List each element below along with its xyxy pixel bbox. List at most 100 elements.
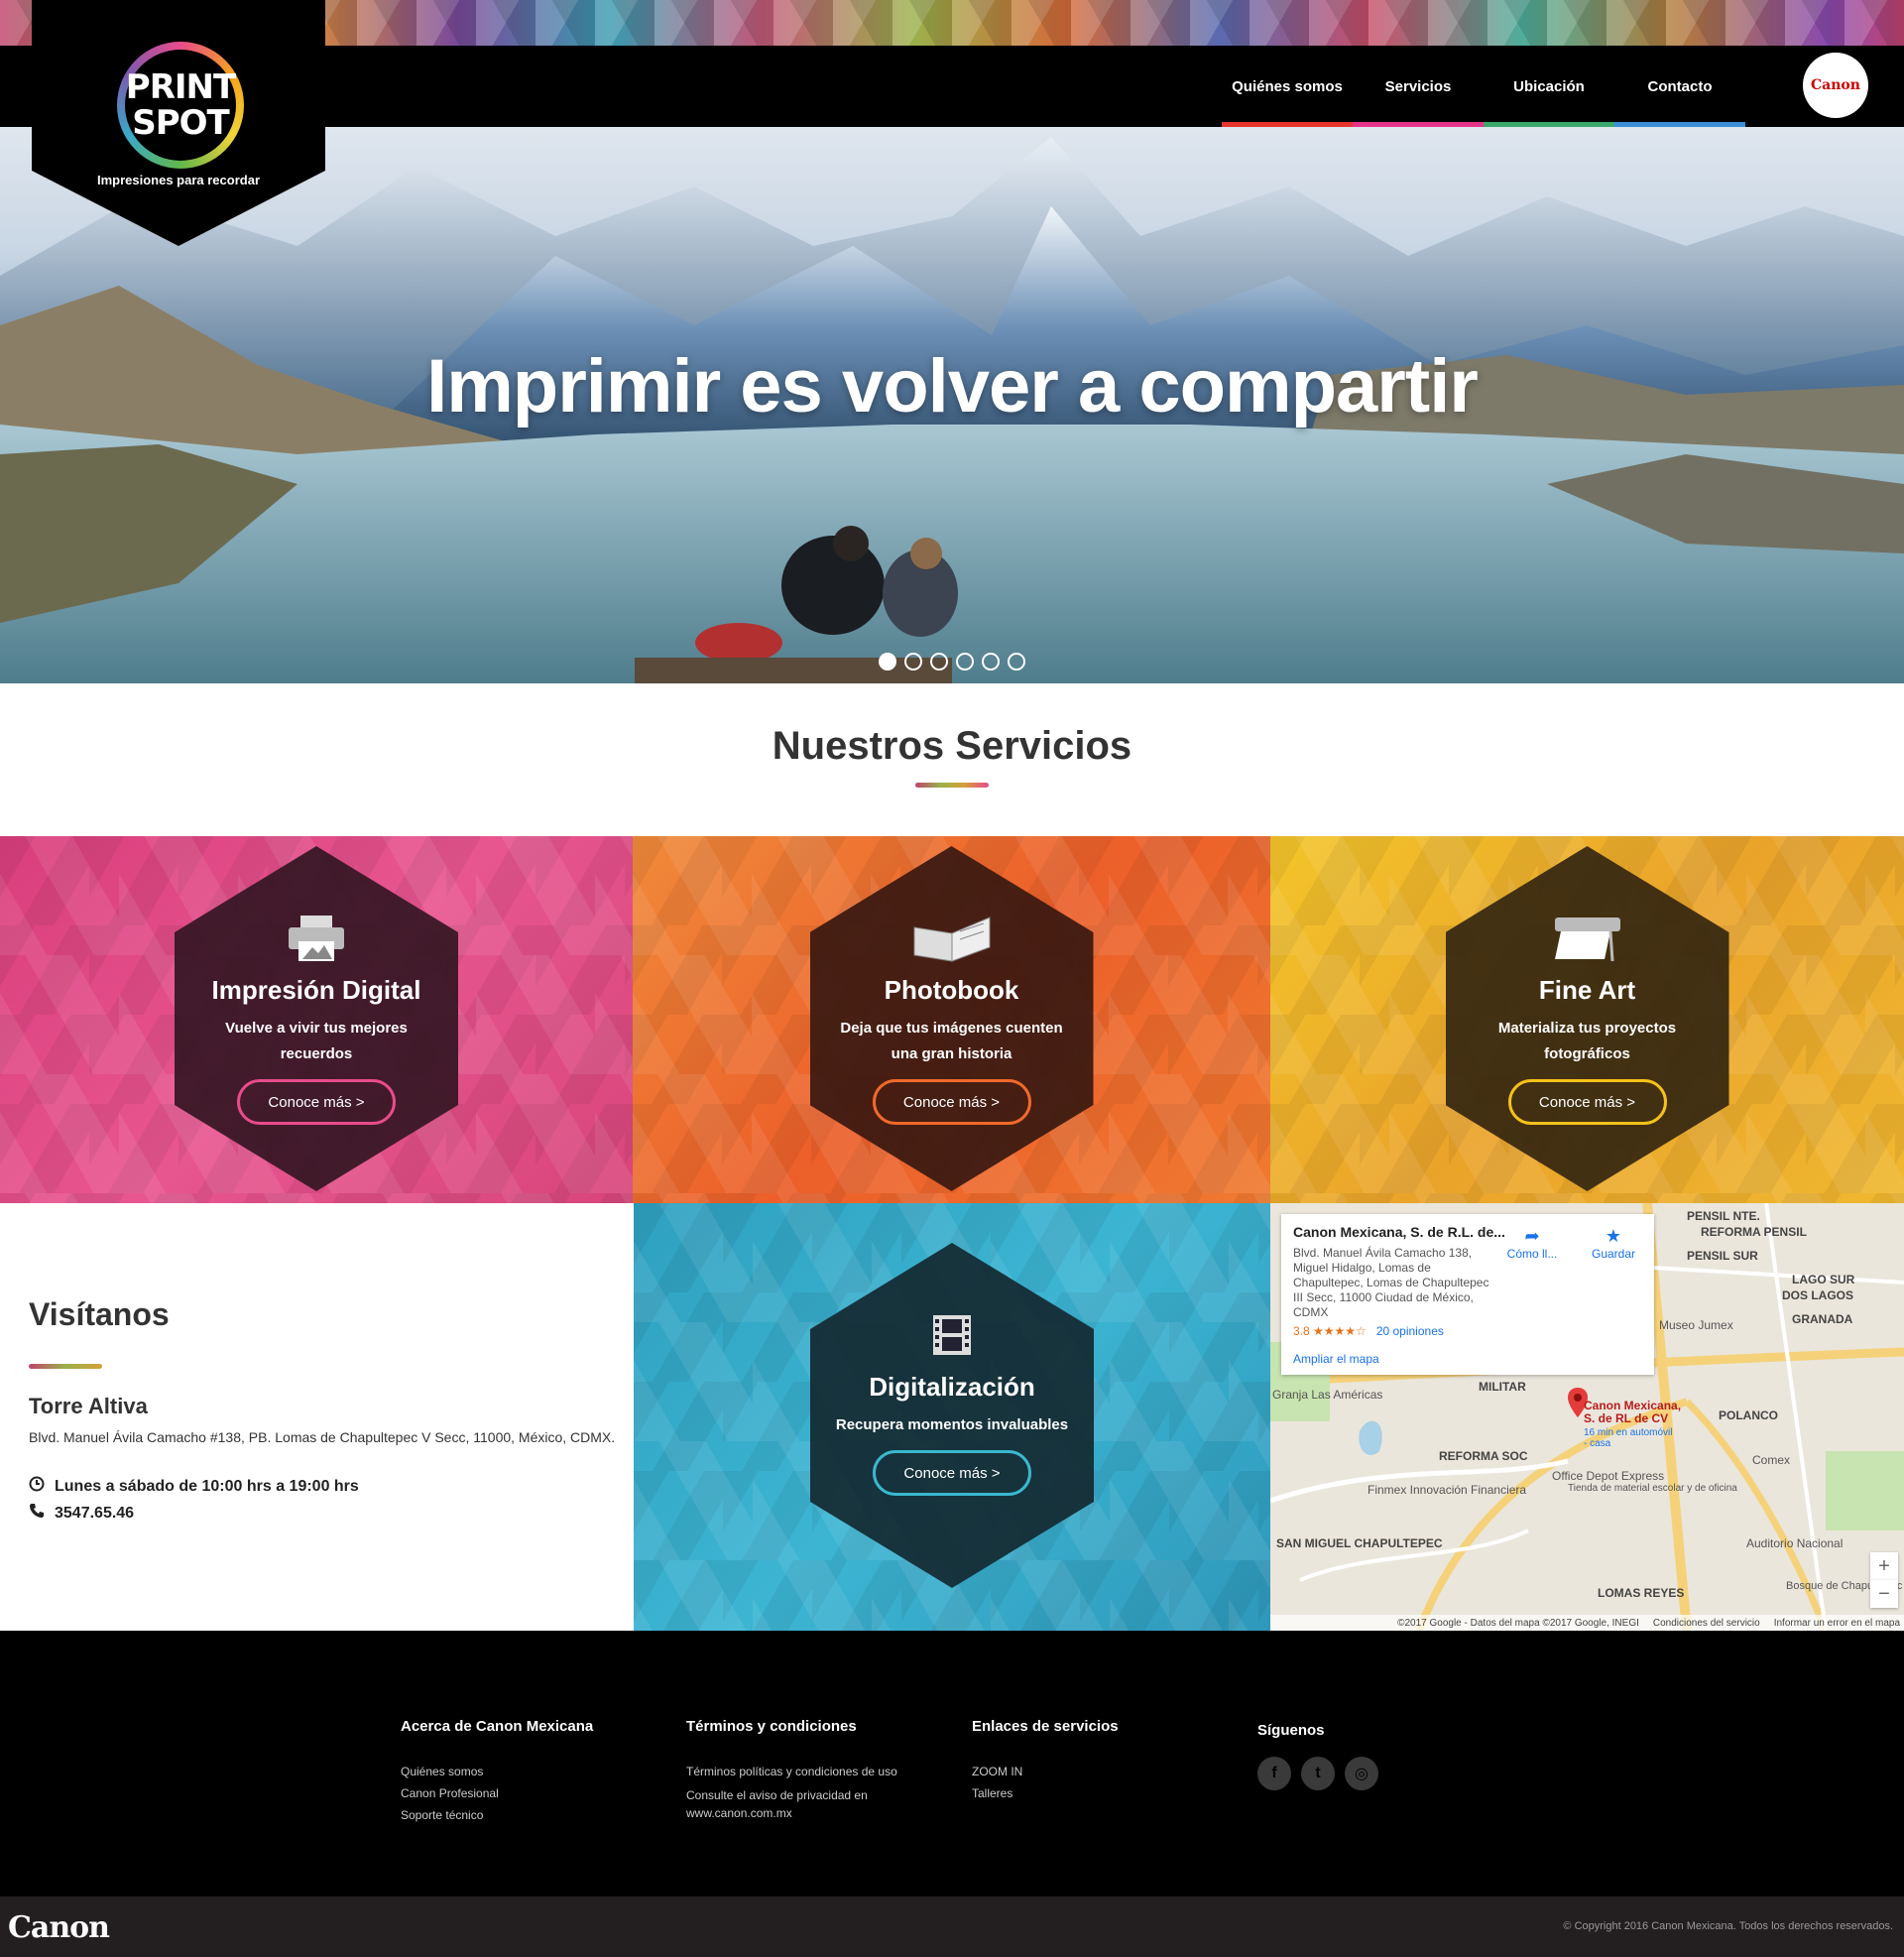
- footer-link[interactable]: Quiénes somos: [401, 1761, 593, 1782]
- slider-dot-3[interactable]: [930, 653, 948, 671]
- instagram-icon[interactable]: ◎: [1345, 1757, 1378, 1790]
- map-label-militar: MILITAR: [1479, 1380, 1526, 1394]
- logo-line-2: SPOT: [132, 103, 230, 143]
- service-content: Digitalización Recupera momentos invalua…: [810, 1243, 1094, 1588]
- footer-col-terminos: Términos y condiciones Términos política…: [686, 1718, 924, 1822]
- phone-row: 3547.65.46: [29, 1503, 134, 1524]
- map-report-link[interactable]: Informar un error en el mapa: [1774, 1618, 1900, 1629]
- map-label-comex: Comex: [1752, 1453, 1791, 1467]
- map-card-address: Blvd. Manuel Ávila Camacho 138, Miguel H…: [1293, 1246, 1489, 1319]
- nav-contacto[interactable]: Contacto: [1614, 46, 1745, 127]
- slider-dots: [0, 653, 1904, 671]
- visit-heading: Visítanos: [29, 1296, 170, 1332]
- twitter-icon[interactable]: t: [1301, 1757, 1335, 1790]
- heading-underline: [29, 1364, 102, 1369]
- footer-col-acerca: Acerca de Canon Mexicana Quiénes somos C…: [401, 1718, 593, 1826]
- service-tile-impresion-digital: Impresión Digital Vuelve a vivir tus mej…: [0, 836, 633, 1203]
- zoom-out-button[interactable]: −: [1870, 1580, 1898, 1608]
- save-label: Guardar: [1591, 1247, 1636, 1261]
- directions-icon: ➦: [1524, 1226, 1540, 1246]
- service-tile-fine-art: Fine Art Materializa tus proyectos fotog…: [1270, 836, 1904, 1203]
- service-description: Materializa tus proyectos fotográficos: [1497, 1020, 1677, 1062]
- footer-heading: Enlaces de servicios: [972, 1718, 1119, 1735]
- facebook-icon[interactable]: f: [1257, 1757, 1291, 1790]
- service-title: Fine Art: [1538, 975, 1636, 1005]
- conoce-mas-button[interactable]: Conoce más >: [873, 1450, 1031, 1496]
- site-footer: Acerca de Canon Mexicana Quiénes somos C…: [0, 1631, 1904, 1896]
- conoce-mas-button[interactable]: Conoce más >: [237, 1079, 396, 1125]
- map-label-pensil-nte: PENSIL NTE.: [1687, 1209, 1760, 1223]
- map-label-dos-lagos: DOS LAGOS: [1782, 1288, 1854, 1302]
- footer-col-siguenos: Síguenos f t ◎: [1257, 1722, 1378, 1790]
- map-pin-label: Canon Mexicana, S. de RL de CV: [1584, 1399, 1682, 1425]
- map-pin-sublabel: 16 min en automóvil - casa: [1584, 1427, 1673, 1449]
- footer-link[interactable]: Términos políticas y condiciones de uso: [686, 1761, 924, 1782]
- footer-col-enlaces: Enlaces de servicios ZOOM IN Talleres: [972, 1718, 1119, 1804]
- logo-line-1: PRINT: [125, 67, 236, 107]
- footer-link[interactable]: Talleres: [972, 1782, 1119, 1804]
- map-terms-link[interactable]: Condiciones del servicio: [1653, 1618, 1760, 1629]
- google-map[interactable]: PENSIL NTE. REFORMA PENSIL PENSIL SUR LA…: [1270, 1203, 1904, 1631]
- map-label-pensil-sur: PENSIL SUR: [1687, 1249, 1758, 1263]
- film-icon: [931, 1308, 973, 1362]
- place-name: Torre Altiva: [29, 1394, 148, 1418]
- footer-heading: Términos y condiciones: [686, 1718, 857, 1735]
- nav-ubicacion[interactable]: Ubicación: [1484, 46, 1614, 127]
- slider-dot-1[interactable]: [879, 653, 896, 671]
- service-description: Deja que tus imágenes cuenten una gran h…: [840, 1020, 1063, 1062]
- main-nav: Quiénes somos Servicios Ubicación Contac…: [1222, 46, 1745, 127]
- social-links: f t ◎: [1257, 1757, 1378, 1790]
- service-tile-digitalizacion: Digitalización Recupera momentos invalua…: [634, 1203, 1270, 1631]
- slider-dot-6[interactable]: [1008, 653, 1025, 671]
- copyright-text: © Copyright 2016 Canon Mexicana. Todos l…: [1563, 1920, 1893, 1932]
- slider-dot-2[interactable]: [904, 653, 922, 671]
- services-title: Nuestros Servicios: [772, 724, 1132, 768]
- map-label-reforma-pensil: REFORMA PENSIL: [1701, 1225, 1807, 1239]
- directions-label: Cómo ll...: [1506, 1247, 1558, 1261]
- map-label-lago-sur: LAGO SUR: [1792, 1273, 1855, 1286]
- service-tile-photobook: Photobook Deja que tus imágenes cuenten …: [633, 836, 1270, 1203]
- print-spot-logo[interactable]: PRINT SPOT Impresiones para recordar: [32, 0, 325, 246]
- heading-underline: [915, 783, 989, 788]
- footer-heading: Síguenos: [1257, 1722, 1325, 1739]
- map-copyright: ©2017 Google - Datos del mapa ©2017 Goog…: [1397, 1617, 1639, 1629]
- hours-row: Lunes a sábado de 10:00 hrs a 19:00 hrs: [29, 1476, 359, 1497]
- service-description: Vuelve a vivir tus mejores recuerdos: [225, 1020, 408, 1062]
- star-icon: ★: [1605, 1226, 1622, 1246]
- map-label-office-depot-sub: Tienda de material escolar y de oficina: [1568, 1483, 1737, 1494]
- slider-dot-4[interactable]: [956, 653, 974, 671]
- map-attribution: ©2017 Google - Datos del mapa ©2017 Goog…: [1270, 1615, 1904, 1631]
- map-label-reforma-soc: REFORMA SOC: [1439, 1449, 1528, 1463]
- map-label-lomas-reyes: LOMAS REYES: [1598, 1586, 1685, 1600]
- directions-button[interactable]: ➦ Cómo ll...: [1497, 1226, 1567, 1261]
- footer-link[interactable]: Canon Profesional: [401, 1782, 593, 1804]
- save-place-button[interactable]: ★ Guardar: [1579, 1226, 1648, 1261]
- map-label-finmex: Finmex Innovación Financiera: [1368, 1483, 1527, 1497]
- canon-footer-logo[interactable]: Canon: [8, 1910, 110, 1945]
- expand-map-link[interactable]: Ampliar el mapa: [1293, 1352, 1642, 1366]
- services-header: Nuestros Servicios: [0, 724, 1904, 788]
- service-title: Impresión Digital: [211, 975, 421, 1005]
- nav-quienes-somos[interactable]: Quiénes somos: [1222, 46, 1353, 127]
- footer-link[interactable]: Consulte el aviso de privacidad en www.c…: [686, 1786, 924, 1822]
- conoce-mas-button[interactable]: Conoce más >: [872, 1079, 1031, 1125]
- map-label-granada: GRANADA: [1792, 1312, 1853, 1326]
- conoce-mas-button[interactable]: Conoce más >: [1507, 1079, 1667, 1125]
- phone-number[interactable]: 3547.65.46: [55, 1505, 134, 1523]
- service-content: Impresión Digital Vuelve a vivir tus mej…: [175, 846, 458, 1191]
- service-content: Fine Art Materializa tus proyectos fotog…: [1446, 846, 1729, 1191]
- canon-badge-logo[interactable]: Canon: [1803, 53, 1868, 118]
- service-description: Recupera momentos invaluables: [835, 1416, 1069, 1433]
- footer-link[interactable]: ZOOM IN: [972, 1761, 1119, 1782]
- clock-icon: [29, 1476, 45, 1497]
- map-label-museo-jumex: Museo Jumex: [1659, 1318, 1733, 1332]
- nav-servicios[interactable]: Servicios: [1353, 46, 1484, 127]
- service-title: Photobook: [884, 975, 1019, 1005]
- map-card-reviews-link[interactable]: 20 opiniones: [1376, 1324, 1444, 1338]
- zoom-in-button[interactable]: +: [1870, 1552, 1898, 1580]
- map-label-san-miguel: SAN MIGUEL CHAPULTEPEC: [1276, 1536, 1443, 1550]
- map-label-office-depot: Office Depot Express: [1552, 1469, 1665, 1483]
- map-card-rating-row: 3.8 ★★★★☆ 20 opiniones: [1293, 1324, 1642, 1338]
- footer-link[interactable]: Soporte técnico: [401, 1804, 593, 1826]
- slider-dot-5[interactable]: [982, 653, 1000, 671]
